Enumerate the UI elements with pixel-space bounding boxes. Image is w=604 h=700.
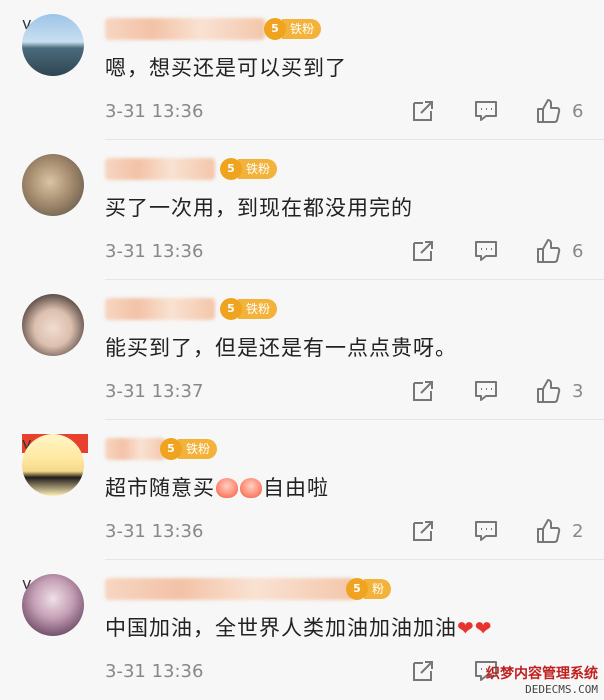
heart-icon: ❤❤ <box>457 616 493 640</box>
comment-item: v 5 铁粉 嗯，想买还是可以买到了 3-31 13:36 6 <box>0 0 604 140</box>
avatar[interactable] <box>22 294 88 360</box>
share-icon[interactable] <box>410 98 436 124</box>
watermark: 织梦内容管理系统 DEDECMS.COM <box>486 663 598 696</box>
comment-meta: 3-31 13:37 3 <box>105 378 604 408</box>
fan-badge[interactable]: 5 铁粉 <box>160 437 218 461</box>
comment-text-part: 中国加油，全世界人类加油加油加油 <box>105 616 457 640</box>
like-count: 3 <box>572 381 584 402</box>
comment-meta: 3-31 13:36 6 <box>105 238 604 268</box>
like-count: 6 <box>572 101 584 122</box>
comment-text: 嗯，想买还是可以买到了 <box>105 56 347 80</box>
avatar-image <box>22 14 84 76</box>
watermark-title: 织梦内容管理系统 <box>486 666 598 682</box>
avatar-image <box>22 574 84 636</box>
fan-badge[interactable]: 5 铁粉 <box>220 157 278 181</box>
crown-icon: 5 <box>220 158 242 180</box>
username-blurred[interactable] <box>105 18 265 40</box>
thumbs-up-icon[interactable] <box>535 98 561 124</box>
comment-text: 能买到了，但是还是有一点点贵呀。 <box>105 336 457 360</box>
comment-item: 5 铁粉 能买到了，但是还是有一点点贵呀。 3-31 13:37 3 <box>0 280 604 420</box>
comment-icon[interactable] <box>473 98 499 124</box>
comment-text: 买了一次用，到现在都没用完的 <box>105 196 413 220</box>
share-icon[interactable] <box>410 238 436 264</box>
comment-meta: 3-31 13:36 6 <box>105 98 604 128</box>
thumbs-up-icon[interactable] <box>535 378 561 404</box>
username-blurred[interactable] <box>105 578 355 600</box>
fan-badge-label: 铁粉 <box>178 439 218 459</box>
fan-badge[interactable]: 5 铁粉 <box>264 17 322 41</box>
username-blurred[interactable] <box>105 298 215 320</box>
share-icon[interactable] <box>410 518 436 544</box>
comment-time: 3-31 13:36 <box>105 101 204 122</box>
crown-icon: 5 <box>160 438 182 460</box>
comment-icon[interactable] <box>473 518 499 544</box>
avatar[interactable] <box>22 154 88 220</box>
laughing-emoji-icon <box>240 478 262 498</box>
laughing-emoji-icon <box>216 478 238 498</box>
comment-item: v 5 铁粉 超市随意买 自由啦 3-31 13:36 2 <box>0 420 604 560</box>
avatar[interactable]: v <box>22 434 88 500</box>
fan-badge[interactable]: 5 铁粉 <box>220 297 278 321</box>
comment-text: 中国加油，全世界人类加油加油加油❤❤ <box>105 612 493 642</box>
fan-badge[interactable]: 5 粉 <box>346 577 392 601</box>
crown-icon: 5 <box>220 298 242 320</box>
comment-time: 3-31 13:36 <box>105 661 204 682</box>
comment-icon[interactable] <box>473 378 499 404</box>
comment-time: 3-31 13:36 <box>105 521 204 542</box>
comment-time: 3-31 13:37 <box>105 381 204 402</box>
watermark-url: DEDECMS.COM <box>525 683 598 696</box>
fan-badge-label: 铁粉 <box>282 19 322 39</box>
avatar[interactable]: v <box>22 574 88 640</box>
avatar-image <box>22 154 84 216</box>
share-icon[interactable] <box>410 378 436 404</box>
share-icon[interactable] <box>410 658 436 684</box>
like-count: 6 <box>572 241 584 262</box>
fan-badge-label: 铁粉 <box>238 159 278 179</box>
like-count: 2 <box>572 521 584 542</box>
crown-icon: 5 <box>264 18 286 40</box>
comment-text-part: 自由啦 <box>263 476 329 500</box>
avatar-image <box>22 434 84 496</box>
username-blurred[interactable] <box>105 158 215 180</box>
comment-meta: 3-31 13:36 2 <box>105 518 604 548</box>
comment-icon[interactable] <box>473 238 499 264</box>
thumbs-up-icon[interactable] <box>535 238 561 264</box>
fan-badge-label: 铁粉 <box>238 299 278 319</box>
crown-icon: 5 <box>346 578 368 600</box>
username-blurred[interactable] <box>105 438 165 460</box>
avatar-image <box>22 294 84 356</box>
comment-time: 3-31 13:36 <box>105 241 204 262</box>
comment-item: 5 铁粉 买了一次用，到现在都没用完的 3-31 13:36 6 <box>0 140 604 280</box>
avatar[interactable]: v <box>22 14 88 80</box>
comment-text-part: 超市随意买 <box>105 476 215 500</box>
thumbs-up-icon[interactable] <box>535 518 561 544</box>
comment-text: 超市随意买 自由啦 <box>105 472 329 502</box>
fan-badge-label: 粉 <box>364 579 392 599</box>
